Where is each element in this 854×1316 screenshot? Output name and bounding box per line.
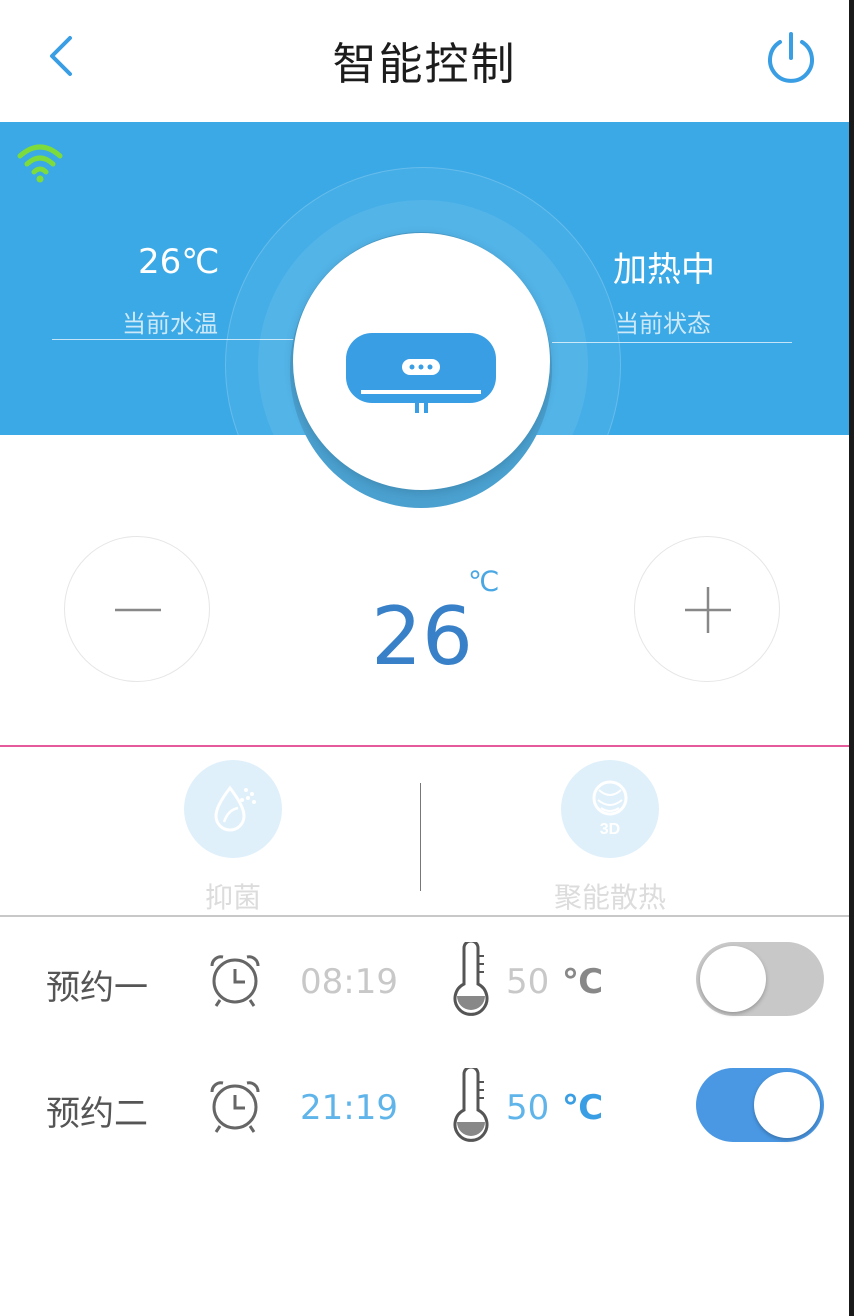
increase-temp-button[interactable] [634,536,780,682]
wifi-icon [17,144,63,183]
power-button[interactable] [762,28,820,86]
temperature-unit: ℃ [468,565,500,598]
nav-bar: 智能控制 [0,0,849,122]
schedule-2-unit: ℃ [562,1088,604,1128]
svg-text:3D: 3D [600,821,620,838]
state-value: 加热中 [613,250,715,290]
alarm-clock-icon [210,955,260,1007]
feature-antibacterial-badge [184,760,282,858]
schedule-2-temp[interactable]: 50 [506,1088,549,1128]
thermometer-icon [453,942,489,1016]
screen-edge [849,0,854,1316]
state-label: 当前状态 [615,310,711,338]
3d-heat-icon: 3D [592,780,628,838]
state-underline [552,342,792,343]
schedule-1-unit: ℃ [562,962,604,1002]
water-temp-label: 当前水温 [122,310,218,338]
decrease-temp-button[interactable] [64,536,210,682]
schedule-1-time[interactable]: 08:19 [300,962,398,1002]
target-temperature: 26 [371,590,473,683]
thermometer-icon [453,1068,489,1142]
feature-divider [420,783,421,891]
feature-antibacterial-label: 抑菌 [204,881,261,914]
feature-heat-dissipation-label: 聚能散热 [553,881,666,914]
schedule-2-time[interactable]: 21:19 [300,1088,398,1128]
water-temp-underline [52,339,294,340]
schedule-2-toggle[interactable] [696,1068,824,1142]
droplet-leaf-icon [214,785,256,832]
toggle-knob [754,1072,820,1138]
schedule-1-label: 预约一 [46,968,148,1008]
feature-heat-dissipation-badge: 3D [561,760,659,858]
page-title: 智能控制 [332,39,517,90]
water-temp-value: 26℃ [138,242,220,282]
feature-heat-dissipation[interactable]: 3D 聚能散热 [530,760,690,914]
feature-antibacterial[interactable]: 抑菌 [150,760,316,914]
toggle-knob [700,946,766,1012]
app-screen: 智能控制 26℃ 当前水温 加热中 当前状态 26 ℃ 抑菌 3D 聚能散热 预… [0,0,849,1316]
schedule-2-label: 预约二 [46,1094,148,1134]
plus-icon [685,587,731,633]
minus-icon [115,608,161,612]
power-icon [768,32,814,83]
schedule-1-toggle[interactable] [696,942,824,1016]
schedule-1-temp[interactable]: 50 [506,962,549,1002]
water-heater-icon [346,333,496,413]
section-divider [0,745,849,747]
alarm-clock-icon [210,1081,260,1133]
features-bottom-line [0,915,849,917]
